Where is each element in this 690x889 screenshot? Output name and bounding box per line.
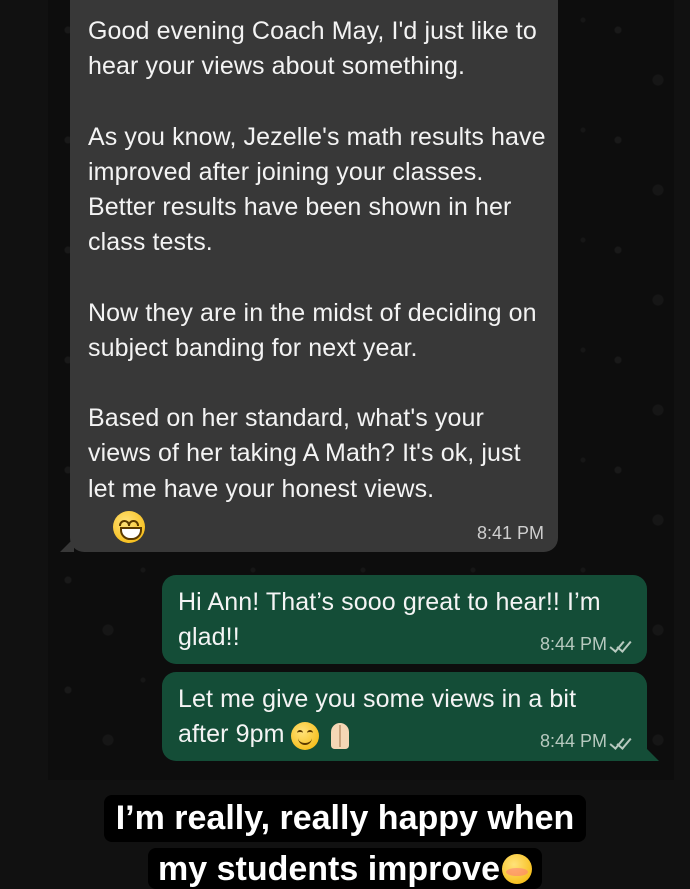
message-meta: 8:44 PM [540,634,633,655]
message-meta: 8:44 PM [540,731,633,752]
grinning-face-icon [113,511,145,543]
outgoing-message-bubble[interactable]: Let me give you some views in a bit afte… [162,672,659,761]
relieved-face-icon [501,854,532,884]
outgoing-message-bubble[interactable]: Hi Ann! That’s sooo great to hear!! I’m … [162,575,647,664]
story-caption-line-1: I’m really, really happy when [0,795,690,842]
double-tick-icon [609,636,633,653]
double-tick-icon [609,733,633,750]
bubble-tail [645,747,659,761]
incoming-message-bubble[interactable]: Good evening Coach May, I'd just like to… [60,0,558,552]
incoming-message-text: Good evening Coach May, I'd just like to… [88,17,546,503]
outgoing-message-time: 8:44 PM [539,634,607,654]
story-caption-line-2: my students improve [0,848,690,889]
caption-pill: I’m really, really happy when [103,795,587,842]
smiling-face-icon [290,721,319,750]
chat-area: Good evening Coach May, I'd just like to… [48,0,674,780]
folded-hands-icon [325,721,355,751]
bubble-tail [60,538,74,552]
incoming-message-time: 8:41 PM [476,523,544,543]
outgoing-message-time: 8:44 PM [539,731,607,751]
caption-pill: my students improve [148,848,542,889]
